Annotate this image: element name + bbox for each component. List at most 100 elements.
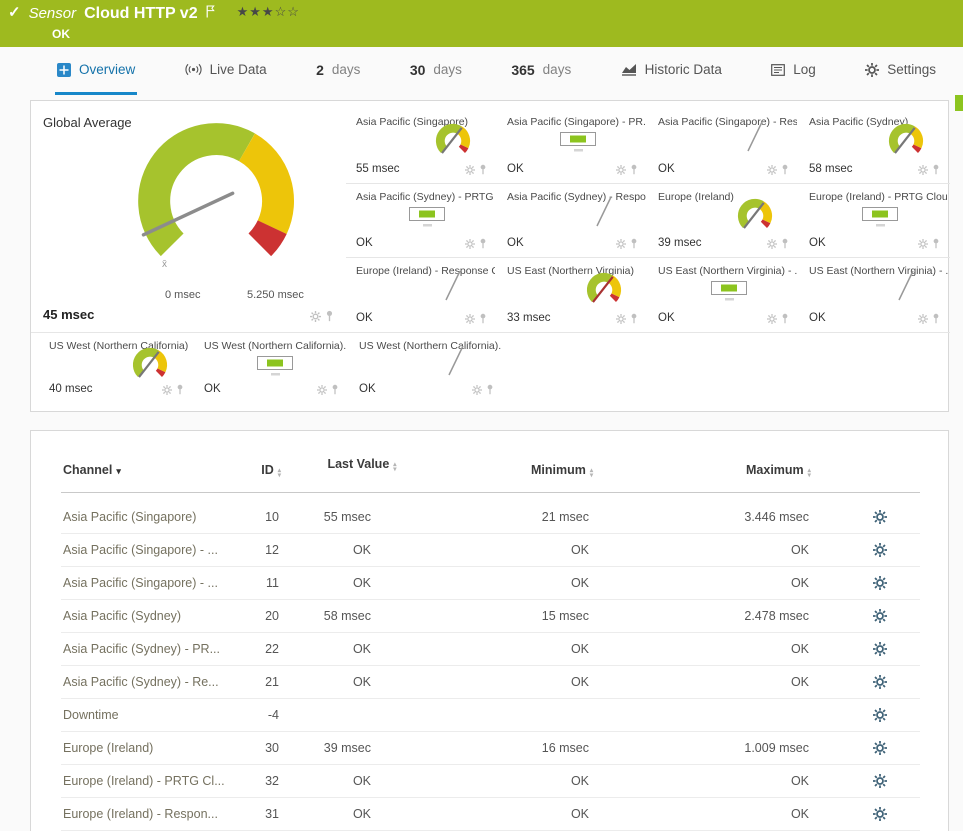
gear-icon[interactable] bbox=[616, 239, 626, 250]
gear-icon[interactable] bbox=[616, 164, 626, 175]
channel-settings-button[interactable] bbox=[873, 741, 887, 755]
channel-name: Europe (Ireland) bbox=[63, 741, 154, 755]
gear-icon[interactable] bbox=[767, 313, 777, 324]
channel-settings-button[interactable] bbox=[873, 576, 887, 590]
pin-icon[interactable] bbox=[630, 238, 638, 249]
gear-icon[interactable] bbox=[465, 313, 475, 324]
channel-minimum: 15 msec bbox=[541, 609, 589, 623]
channel-tile[interactable]: US West (Northern California) 40 msec bbox=[39, 333, 194, 403]
channel-tile[interactable]: US West (Northern California)... OK bbox=[194, 333, 349, 403]
tile-actions bbox=[616, 164, 638, 175]
channel-minimum: OK bbox=[570, 774, 589, 788]
channel-tiles-row4: US West (Northern California) 40 msec US… bbox=[39, 333, 504, 403]
sort-icon: ▴ ▾ bbox=[393, 461, 397, 473]
pin-icon[interactable] bbox=[781, 164, 789, 175]
pin-icon[interactable] bbox=[630, 313, 638, 324]
tab-log[interactable]: Log bbox=[769, 47, 818, 95]
channel-name: Asia Pacific (Singapore) - ... bbox=[63, 576, 218, 590]
pin-icon[interactable] bbox=[325, 310, 334, 322]
channel-tile[interactable]: Europe (Ireland) - PRTG Cloud... OK bbox=[799, 184, 950, 259]
channel-tile[interactable]: Europe (Ireland) 39 msec bbox=[648, 184, 799, 259]
channel-settings-button[interactable] bbox=[873, 609, 887, 623]
channel-tile[interactable]: US East (Northern Virginia) - ... OK bbox=[648, 258, 799, 333]
channel-settings-button[interactable] bbox=[873, 774, 887, 788]
channel-tile[interactable]: Asia Pacific (Singapore) - Res... OK bbox=[648, 109, 799, 184]
pin-icon[interactable] bbox=[479, 238, 487, 249]
pin-icon[interactable] bbox=[932, 313, 940, 324]
channel-tile[interactable]: Europe (Ireland) - Response C... OK bbox=[346, 258, 497, 333]
column-header-minimum[interactable]: Minimum ▴ ▾ bbox=[531, 463, 593, 479]
pin-icon[interactable] bbox=[176, 384, 184, 395]
gear-icon[interactable] bbox=[918, 239, 928, 250]
channel-tile[interactable]: Asia Pacific (Singapore) - PR... OK bbox=[497, 109, 648, 184]
channel-minimum: 21 msec bbox=[541, 510, 589, 524]
channel-tile[interactable]: Asia Pacific (Sydney) 58 msec bbox=[799, 109, 950, 184]
channel-settings-button[interactable] bbox=[873, 510, 887, 524]
channel-tile[interactable]: US East (Northern Virginia) 33 msec bbox=[497, 258, 648, 333]
gear-icon[interactable] bbox=[918, 164, 928, 175]
tab-historic-data[interactable]: Historic Data bbox=[619, 47, 724, 95]
pin-icon[interactable] bbox=[932, 164, 940, 175]
tile-actions bbox=[616, 238, 638, 250]
pin-icon[interactable] bbox=[781, 313, 789, 324]
pin-icon[interactable] bbox=[479, 164, 487, 175]
gear-icon[interactable] bbox=[465, 239, 475, 250]
gear-icon[interactable] bbox=[310, 311, 321, 322]
mini-gauge bbox=[737, 198, 773, 229]
channel-tile-value: OK bbox=[507, 162, 524, 175]
channel-tile[interactable]: Asia Pacific (Sydney) - PRTG ... OK bbox=[346, 184, 497, 259]
tab-365-days[interactable]: 365 days bbox=[509, 47, 573, 95]
channel-tile-value: 39 msec bbox=[658, 237, 702, 250]
column-header-maximum[interactable]: Maximum ▴ ▾ bbox=[746, 463, 811, 479]
pin-icon[interactable] bbox=[331, 384, 339, 395]
tab-live-data[interactable]: Live Data bbox=[183, 47, 269, 95]
channel-table-panel: Channel ▾ ID ▴ ▾ Last Value ▴ ▾ Minimum ▴ ▾ Max… bbox=[30, 430, 949, 831]
channel-settings-button[interactable] bbox=[873, 675, 887, 689]
channel-id: 12 bbox=[265, 543, 279, 557]
pin-icon[interactable] bbox=[486, 384, 494, 395]
gear-icon bbox=[873, 774, 887, 788]
channel-minimum: OK bbox=[570, 576, 589, 590]
channel-tile-widget bbox=[437, 341, 477, 381]
sensor-name: Cloud HTTP v2 bbox=[84, 5, 198, 22]
tile-actions bbox=[465, 313, 487, 324]
column-header-id[interactable]: ID ▴ ▾ bbox=[241, 463, 281, 479]
table-row: Asia Pacific (Sydney) - Re... 21 OK OK O… bbox=[61, 666, 920, 699]
channel-tile-title: US East (Northern Virginia) - ... bbox=[809, 265, 948, 278]
channel-tile-title: Europe (Ireland) - PRTG Cloud... bbox=[809, 190, 948, 203]
gear-icon[interactable] bbox=[472, 385, 482, 395]
live-data-icon bbox=[185, 63, 202, 76]
column-header-last-value[interactable]: Last Value ▴ ▾ bbox=[323, 457, 401, 473]
pin-icon[interactable] bbox=[781, 238, 789, 249]
gear-icon[interactable] bbox=[767, 239, 777, 250]
channel-tile[interactable]: Asia Pacific (Singapore) 55 msec bbox=[346, 109, 497, 184]
pin-icon[interactable] bbox=[932, 238, 940, 249]
tab-settings[interactable]: Settings bbox=[863, 47, 938, 95]
gear-icon[interactable] bbox=[616, 313, 626, 324]
table-row: Asia Pacific (Sydney) 20 58 msec 15 msec… bbox=[61, 600, 920, 633]
table-row: Asia Pacific (Sydney) - PR... 22 OK OK O… bbox=[61, 633, 920, 666]
mini-gauge bbox=[888, 123, 924, 154]
gear-icon[interactable] bbox=[317, 385, 327, 395]
channel-settings-button[interactable] bbox=[873, 543, 887, 557]
column-header-channel[interactable]: Channel ▾ bbox=[63, 463, 121, 477]
channel-settings-button[interactable] bbox=[873, 807, 887, 821]
pin-icon[interactable] bbox=[479, 313, 487, 324]
gear-icon[interactable] bbox=[465, 164, 475, 175]
channel-settings-button[interactable] bbox=[873, 708, 887, 722]
channel-tile[interactable]: US East (Northern Virginia) - ... OK bbox=[799, 258, 950, 333]
pin-icon[interactable] bbox=[630, 164, 638, 175]
channel-tile-widget bbox=[408, 206, 448, 230]
tab-2-days[interactable]: 2 days bbox=[314, 47, 362, 95]
gear-icon[interactable] bbox=[918, 313, 928, 324]
gear-icon[interactable] bbox=[767, 164, 777, 175]
tab-30-days[interactable]: 30 days bbox=[408, 47, 464, 95]
gear-icon bbox=[873, 642, 887, 656]
channel-tile[interactable]: Asia Pacific (Sydney) - Respo... OK bbox=[497, 184, 648, 259]
priority-stars[interactable]: ★★★☆☆ bbox=[237, 4, 300, 20]
gear-icon[interactable] bbox=[162, 385, 172, 395]
channel-settings-button[interactable] bbox=[873, 642, 887, 656]
flag-icon[interactable] bbox=[206, 5, 215, 18]
channel-tile[interactable]: US West (Northern California)... OK bbox=[349, 333, 504, 403]
tab-overview[interactable]: Overview bbox=[55, 47, 138, 95]
